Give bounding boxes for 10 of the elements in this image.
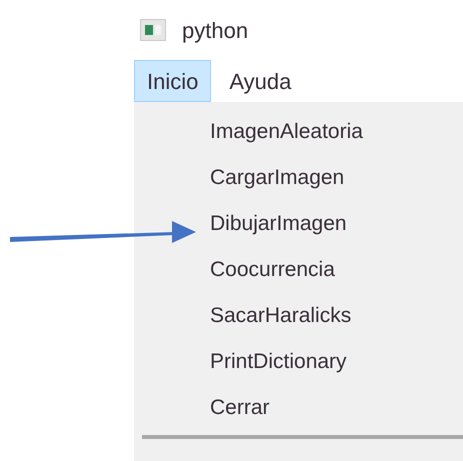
window-title: python (182, 16, 248, 45)
menu-item[interactable]: Cerrar (210, 392, 270, 424)
menu-tab[interactable]: Inicio (134, 60, 212, 102)
menu-item[interactable]: ImagenAleatoria (210, 116, 363, 148)
window-icon (140, 19, 166, 41)
menu-item[interactable]: DibujarImagen (210, 208, 347, 240)
menu-item[interactable]: Coocurrencia (210, 254, 335, 286)
menu-item[interactable]: PrintDictionary (210, 346, 347, 378)
menu-item[interactable]: SacarHaralicks (210, 300, 352, 332)
menu-item[interactable]: CargarImagen (210, 162, 344, 194)
